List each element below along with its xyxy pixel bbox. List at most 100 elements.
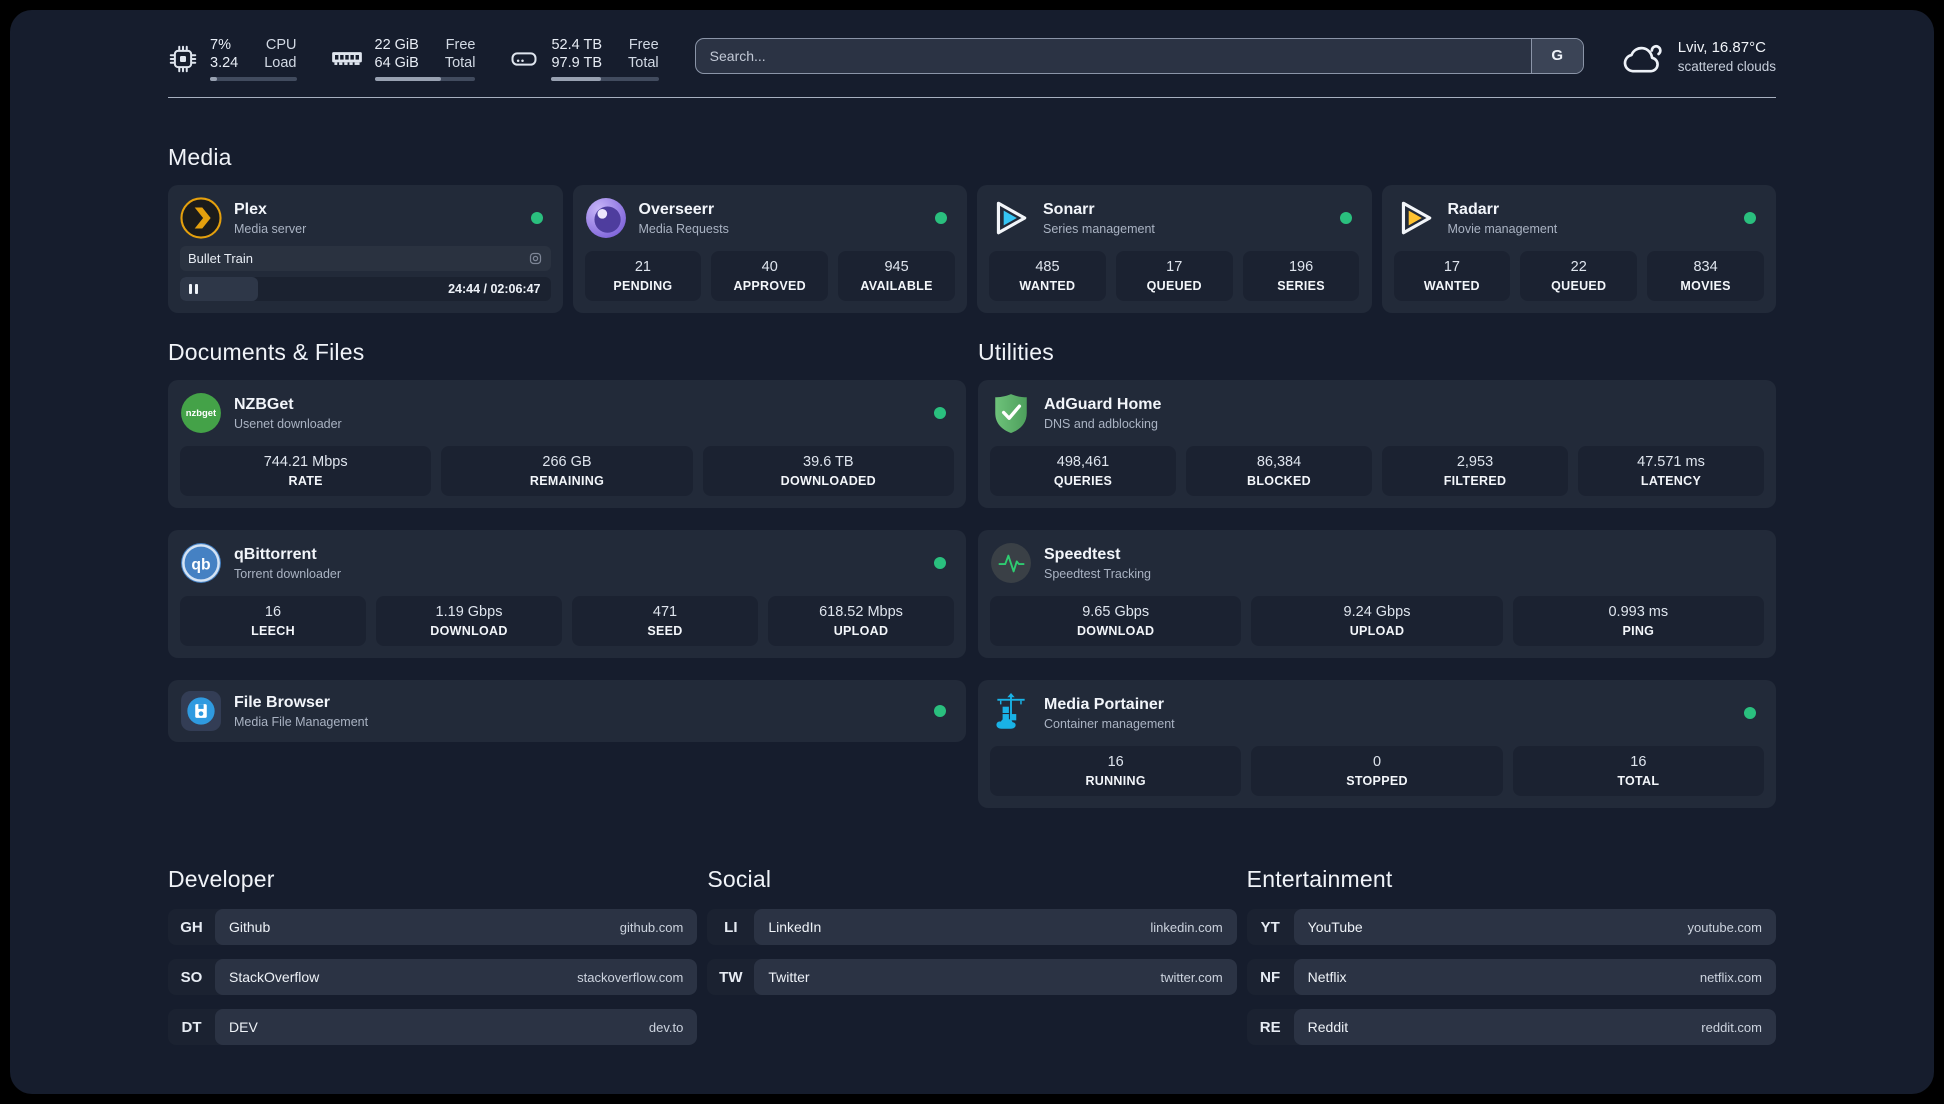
app-description: Movie management	[1447, 221, 1558, 236]
link-twitter[interactable]: TW Twitter twitter.com	[707, 959, 1237, 996]
link-dev[interactable]: DT DEV dev.to	[168, 1009, 698, 1046]
qbittorrent-icon: qb	[181, 543, 221, 584]
ram-free-label: Free	[445, 37, 476, 53]
app-card-radarr[interactable]: Radarr Movie management 17 WANTED 22 QUEUE…	[1381, 185, 1776, 314]
header-divider	[168, 97, 1776, 99]
stat-wanted: 17 WANTED	[1393, 251, 1511, 302]
link-github[interactable]: GH Github github.com	[168, 909, 698, 946]
filebrowser-icon	[181, 691, 221, 732]
link-linkedin[interactable]: LI LinkedIn linkedin.com	[707, 909, 1237, 946]
stat-download: 9.65 Gbps DOWNLOAD	[990, 596, 1242, 647]
app-card-sonarr[interactable]: Sonarr Series management 485 WANTED 17 QUE…	[977, 185, 1372, 314]
overseerr-icon	[585, 198, 626, 239]
ram-progress-bar	[374, 77, 476, 82]
app-description: Media Requests	[638, 221, 729, 236]
app-card-filebrowser[interactable]: File Browser Media File Management	[168, 680, 966, 743]
app-name: AdGuard Home	[1044, 395, 1162, 413]
nzbget-icon: nzbget	[181, 393, 221, 434]
status-dot	[530, 212, 543, 225]
link-name: Netflix	[1307, 969, 1347, 986]
app-description: Torrent downloader	[234, 566, 342, 581]
app-card-nzbget[interactable]: nzbget NZBGet Usenet downloader 744.21 M…	[168, 380, 966, 509]
stat-queries: 498,461 QUERIES	[990, 446, 1176, 497]
app-card-qbittorrent[interactable]: qb qBittorrent Torrent downloader 16 LEEC…	[168, 530, 966, 659]
ram-progress-fill	[374, 77, 442, 82]
app-card-speedtest[interactable]: Speedtest Speedtest Tracking 9.65 Gbps DO…	[978, 530, 1776, 659]
stat-ping: 0.993 ms PING	[1512, 596, 1764, 647]
link-url: twitter.com	[1160, 969, 1223, 985]
stat-stopped: 0 STOPPED	[1251, 746, 1503, 797]
ram-total-label: Total	[444, 55, 476, 72]
developer-section: Developer GH Github github.com SO StackOv…	[168, 866, 698, 1046]
link-name: Twitter	[768, 969, 810, 986]
stat-download: 1.19 Gbps DOWNLOAD	[376, 596, 562, 647]
link-url: linkedin.com	[1150, 919, 1223, 935]
disk-free-value: 52.4 TB	[551, 37, 603, 53]
stat-approved: 40 APPROVED	[711, 251, 829, 302]
link-name: LinkedIn	[768, 919, 822, 936]
playback-progress-bar: 24:44 / 02:06:47	[180, 277, 551, 302]
speedtest-icon	[991, 543, 1031, 584]
cpu-icon	[169, 45, 197, 72]
link-reddit[interactable]: RE Reddit reddit.com	[1246, 1009, 1776, 1046]
plex-icon	[180, 197, 222, 239]
app-name: Overseerr	[638, 200, 715, 218]
cpu-usage-value: 7%	[210, 37, 231, 53]
disk-progress-bar	[551, 77, 659, 82]
media-section-title: Media	[168, 144, 232, 171]
stat-pending: 21 PENDING	[584, 251, 702, 302]
app-card-plex[interactable]: Plex Media server Bullet Train 24:44 / 0…	[168, 185, 563, 314]
link-youtube[interactable]: YT YouTube youtube.com	[1246, 909, 1776, 946]
status-dot	[934, 557, 946, 570]
disk-free-label: Free	[628, 37, 659, 53]
disk-total-value: 97.9 TB	[551, 55, 603, 72]
app-description: Media File Management	[234, 714, 369, 729]
stat-queued: 17 QUEUED	[1115, 251, 1233, 302]
app-card-overseerr[interactable]: Overseerr Media Requests 21 PENDING 40 APP…	[572, 185, 967, 314]
app-name: Speedtest	[1044, 545, 1121, 563]
radarr-icon	[1401, 201, 1431, 235]
app-name: Plex	[234, 200, 267, 218]
cpu-load-value: 3.24	[210, 55, 239, 72]
stat-series: 196 SERIES	[1242, 251, 1360, 302]
system-stats: 7%3.24 CPULoad 22 GiB64 GiB FreeTota	[168, 36, 659, 82]
utilities-section: Utilities AdGuard Home DNS and adblockin…	[978, 339, 1776, 809]
stat-leech: 16 LEECH	[180, 596, 366, 647]
stat-upload: 9.24 Gbps UPLOAD	[1251, 596, 1503, 647]
portainer-icon	[996, 693, 1025, 729]
status-dot	[1339, 212, 1352, 225]
link-url: youtube.com	[1687, 919, 1762, 935]
stat-seed: 471 SEED	[572, 596, 758, 647]
link-stackoverflow[interactable]: SO StackOverflow stackoverflow.com	[168, 959, 698, 996]
stat-remaining: 266 GB REMAINING	[441, 446, 693, 497]
entertainment-section-title: Entertainment	[1246, 866, 1393, 893]
app-description: Container management	[1044, 716, 1175, 731]
search-input[interactable]	[695, 38, 1531, 73]
status-dot	[1744, 707, 1756, 720]
link-netflix[interactable]: NF Netflix netflix.com	[1246, 959, 1776, 996]
status-dot	[934, 705, 946, 718]
ram-free-value: 22 GiB	[374, 37, 419, 53]
app-card-adguard[interactable]: AdGuard Home DNS and adblocking 498,461 Q…	[978, 380, 1776, 509]
stat-total: 16 TOTAL	[1512, 746, 1764, 797]
app-description: DNS and adblocking	[1044, 416, 1158, 431]
now-playing-icon	[529, 253, 541, 265]
memory-stat: 22 GiB 64 GiB Free Total	[331, 36, 476, 82]
app-name: File Browser	[234, 693, 331, 711]
stat-movies: 834 MOVIES	[1647, 251, 1764, 302]
link-name: YouTube	[1307, 919, 1363, 936]
stat-upload: 618.52 Mbps UPLOAD	[768, 596, 954, 647]
link-abbr: LI	[724, 918, 738, 936]
pause-button[interactable]	[189, 284, 198, 295]
link-abbr: GH	[180, 918, 203, 936]
search-engine-button[interactable]: G	[1530, 38, 1583, 73]
link-url: reddit.com	[1701, 1019, 1762, 1035]
link-name: StackOverflow	[229, 969, 320, 986]
app-card-portainer[interactable]: Media Portainer Container management 16 R…	[978, 680, 1776, 809]
stat-blocked: 86,384 BLOCKED	[1186, 446, 1372, 497]
app-description: Speedtest Tracking	[1044, 566, 1152, 581]
social-section-title: Social	[707, 866, 772, 893]
link-url: stackoverflow.com	[577, 969, 684, 985]
stat-downloaded: 39.6 TB DOWNLOADED	[702, 446, 954, 497]
link-name: DEV	[229, 1019, 258, 1036]
